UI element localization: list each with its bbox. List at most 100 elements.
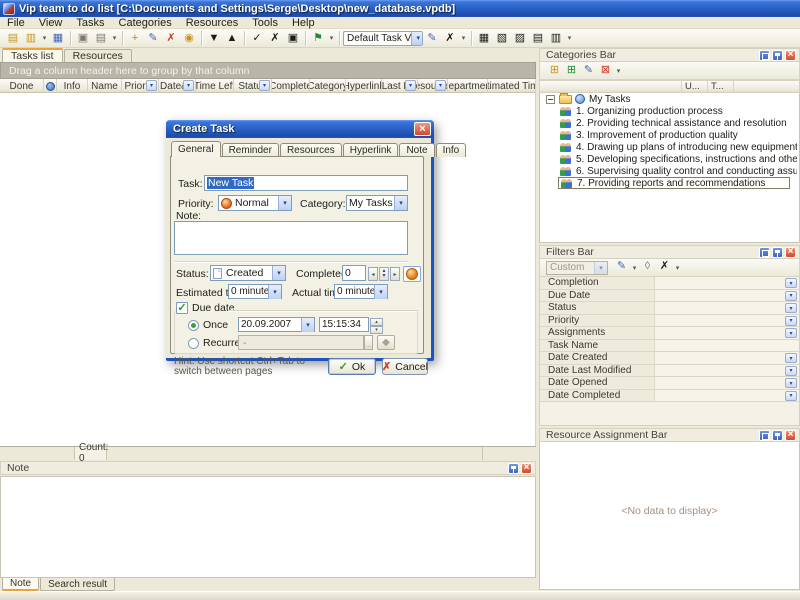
report-chart-icon[interactable]: ▧ — [493, 30, 511, 47]
grid-column-header[interactable]: Hyperlink — [346, 79, 382, 93]
task-view-combo[interactable]: Default Task V — [343, 31, 423, 46]
collapse-icon[interactable] — [546, 95, 555, 104]
note-panel-content[interactable] — [0, 476, 536, 578]
print-preview-icon[interactable]: ▤ — [92, 30, 110, 47]
erase-filter-icon[interactable]: ◊ — [639, 259, 656, 274]
filter-dropdown-button[interactable] — [785, 391, 797, 401]
menu-item[interactable]: Tools — [245, 17, 285, 29]
filter-value[interactable] — [655, 277, 799, 289]
filter-value[interactable] — [655, 365, 799, 377]
category-item[interactable]: 5. Developing specifications, instructio… — [558, 153, 799, 165]
move-down-icon[interactable]: ▼ — [205, 30, 223, 47]
filter-value[interactable] — [655, 315, 799, 327]
filter-dropdown-button[interactable] — [785, 316, 797, 326]
once-radio[interactable] — [188, 320, 199, 331]
apply-view-icon[interactable]: ✎ — [423, 30, 441, 47]
edit-category-icon[interactable]: ✎ — [580, 63, 597, 78]
filter-dropdown-button[interactable] — [785, 278, 797, 288]
print-icon[interactable]: ▣ — [74, 30, 92, 47]
dialog-tab[interactable]: General — [171, 141, 221, 157]
maximize-button[interactable] — [759, 247, 770, 258]
tree-root-my-tasks[interactable]: My Tasks — [540, 93, 799, 105]
dialog-tab[interactable]: Hyperlink — [343, 143, 399, 157]
column-filter-button[interactable] — [405, 80, 416, 91]
grid-column-header[interactable]: Category — [310, 79, 346, 93]
filter-value[interactable] — [655, 327, 799, 339]
menu-item[interactable]: Resources — [179, 17, 246, 29]
column-filter-button[interactable] — [435, 80, 446, 91]
new-category-icon[interactable]: ⊞ — [546, 63, 563, 78]
save-database-icon[interactable]: ▦ — [49, 30, 67, 47]
delete-filter-icon[interactable]: ✗ — [656, 259, 673, 274]
menu-item[interactable]: Help — [285, 17, 322, 29]
grid-column-header[interactable]: Last Mo — [382, 79, 418, 93]
pin-button[interactable] — [772, 50, 783, 61]
complete-percent-button[interactable] — [403, 266, 421, 282]
grid-column-header[interactable]: esource — [418, 79, 448, 93]
filter-value[interactable] — [655, 352, 799, 364]
go-flag-icon[interactable]: ⚑ — [309, 30, 327, 47]
filter-dropdown-button[interactable] — [785, 291, 797, 301]
bottom-tab[interactable]: Note — [2, 578, 39, 591]
pin-button[interactable] — [772, 247, 783, 258]
move-up-icon[interactable]: ▲ — [223, 30, 241, 47]
print-task-icon[interactable]: ▣ — [284, 30, 302, 47]
filter-dropdown-button[interactable] — [785, 366, 797, 376]
group-by-bar[interactable]: Drag a column header here to group by th… — [0, 62, 536, 79]
grid-column-header[interactable] — [44, 79, 57, 93]
cancel-button[interactable]: Cancel — [382, 358, 428, 375]
close-button[interactable] — [521, 463, 532, 474]
decrement-button[interactable]: ◂ — [368, 267, 378, 281]
due-time-input[interactable]: 15:15:34 — [319, 317, 369, 332]
new-task-icon[interactable]: + — [126, 30, 144, 47]
filter-dropdown-button[interactable] — [785, 328, 797, 338]
edit-task-icon[interactable]: ✎ — [144, 30, 162, 47]
pin-button[interactable] — [772, 430, 783, 441]
close-button[interactable] — [785, 430, 796, 441]
report-grid-icon[interactable]: ▦ — [475, 30, 493, 47]
grid-column-header[interactable]: Date&T — [159, 79, 196, 93]
new-database-icon[interactable]: ▤ — [4, 30, 22, 47]
estimated-time-combo[interactable]: 0 minutes — [228, 284, 282, 299]
dialog-tab[interactable]: Info — [436, 143, 467, 157]
column-filter-button[interactable] — [259, 80, 270, 91]
filter-value[interactable] — [655, 290, 799, 302]
edit-filter-icon[interactable]: ✎ — [613, 259, 630, 274]
category-item[interactable]: 4. Drawing up plans of introducing new e… — [558, 141, 799, 153]
note-textarea[interactable] — [174, 221, 408, 255]
priority-combo[interactable]: Normal — [218, 195, 292, 211]
uncomplete-task-icon[interactable]: ✗ — [266, 30, 284, 47]
close-icon[interactable]: × — [414, 122, 431, 136]
menu-item[interactable]: Tasks — [69, 17, 111, 29]
delete-task-icon[interactable]: ✗ — [162, 30, 180, 47]
delete-category-icon[interactable]: ⊠ — [597, 63, 614, 78]
document-tab[interactable]: Resources — [64, 49, 132, 62]
close-button[interactable] — [785, 50, 796, 61]
export-icon[interactable]: ▤ — [529, 30, 547, 47]
maximize-button[interactable] — [759, 430, 770, 441]
category-item[interactable]: 2. Providing technical assistance and re… — [558, 117, 799, 129]
filter-value[interactable] — [655, 302, 799, 314]
open-database-icon[interactable]: ▥ — [22, 30, 40, 47]
report-table-icon[interactable]: ▨ — [511, 30, 529, 47]
document-tab[interactable]: Tasks list — [2, 48, 63, 62]
category-item[interactable]: 1. Organizing production process — [558, 105, 799, 117]
column-filter-button[interactable] — [146, 80, 157, 91]
category-item[interactable]: 3. Improvement of production quality — [558, 129, 799, 141]
grid-column-header[interactable]: Time Left — [196, 79, 234, 93]
time-spinner[interactable]: ▴▾ — [370, 318, 383, 332]
column-header-t[interactable]: T... — [708, 81, 734, 92]
filter-preset-combo[interactable]: Custom — [546, 261, 608, 275]
dialog-tab[interactable]: Reminder — [222, 143, 279, 157]
grid-column-header[interactable]: Done — [0, 79, 44, 93]
filter-value[interactable] — [655, 340, 799, 352]
pin-button[interactable] — [508, 463, 519, 474]
increment-button[interactable]: ▸ — [390, 267, 400, 281]
column-filter-button[interactable] — [183, 80, 194, 91]
grid-column-header[interactable]: Name — [88, 79, 122, 93]
due-date-picker[interactable]: 20.09.2007 — [238, 317, 315, 332]
filter-dropdown-button[interactable] — [785, 303, 797, 313]
complete-task-icon[interactable]: ✓ — [248, 30, 266, 47]
grid-column-header[interactable]: Status — [234, 79, 272, 93]
grid-column-header[interactable]: itimated Tim — [488, 79, 536, 93]
